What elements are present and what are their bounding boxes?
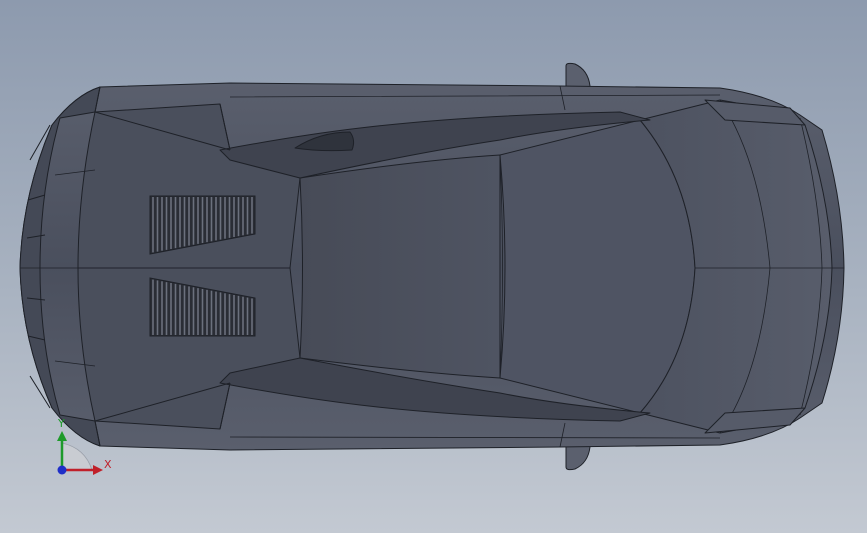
triad-base: [61, 442, 93, 471]
graphics-viewport[interactable]: Y X: [0, 0, 867, 533]
x-axis-label: X: [104, 458, 112, 471]
windshield: [499, 119, 696, 414]
car-model[interactable]: Y X: [0, 0, 867, 533]
y-arrow-head: [57, 431, 67, 441]
z-axis-dot: [57, 465, 67, 475]
cabin-roof: [299, 154, 501, 379]
x-arrow-head: [93, 465, 103, 475]
y-axis-label: Y: [57, 417, 65, 430]
